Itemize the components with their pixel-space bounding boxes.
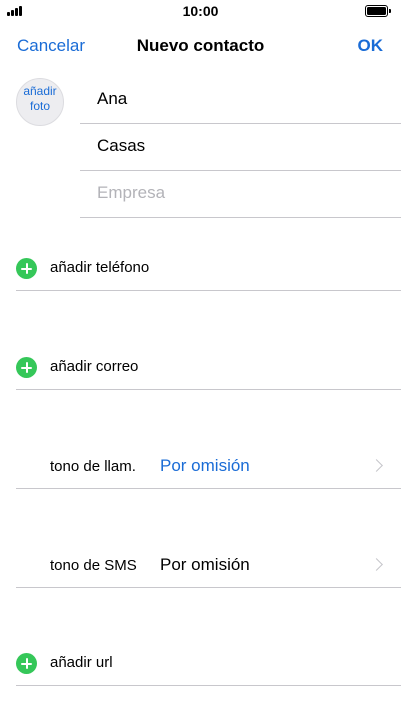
add-phone-label: añadir teléfono [50, 259, 150, 276]
ok-button[interactable]: OK [358, 36, 384, 56]
page-title: Nuevo contacto [136, 36, 265, 55]
status-time: 10:00 [182, 3, 219, 19]
battery-icon [365, 5, 391, 17]
add-photo-label-line1: añadir [23, 84, 57, 98]
company-row [80, 171, 401, 218]
navigation-bar: Cancelar Nuevo contacto OK [0, 24, 401, 68]
text-tone-row[interactable]: tono de SMS Por omisión [16, 542, 401, 588]
last-name-row [80, 124, 401, 171]
add-photo-label-line2: foto [29, 99, 50, 113]
plus-circle-icon[interactable] [16, 357, 37, 378]
add-url-label: añadir url [50, 654, 113, 671]
add-phone-row[interactable]: añadir teléfono [16, 245, 401, 291]
add-email-label: añadir correo [50, 358, 139, 375]
status-bar: 10:00 [0, 0, 401, 24]
ringtone-value: Por omisión [160, 456, 250, 475]
ringtone-row[interactable]: tono de llam. Por omisión [16, 443, 401, 489]
add-email-row[interactable]: añadir correo [16, 344, 401, 390]
last-name-field[interactable] [97, 136, 377, 156]
first-name-row [80, 77, 401, 124]
plus-circle-icon[interactable] [16, 258, 37, 279]
ringtone-label: tono de llam. [50, 458, 136, 475]
text-tone-value: Por omisión [160, 555, 250, 574]
chevron-right-icon [370, 459, 383, 472]
plus-circle-icon[interactable] [16, 653, 37, 674]
chevron-right-icon [370, 558, 383, 571]
add-photo-button[interactable]: añadir foto [16, 78, 64, 126]
add-url-row[interactable]: añadir url [16, 640, 401, 686]
text-tone-label: tono de SMS [50, 557, 137, 574]
first-name-field[interactable] [97, 89, 377, 109]
company-field[interactable] [97, 183, 377, 203]
